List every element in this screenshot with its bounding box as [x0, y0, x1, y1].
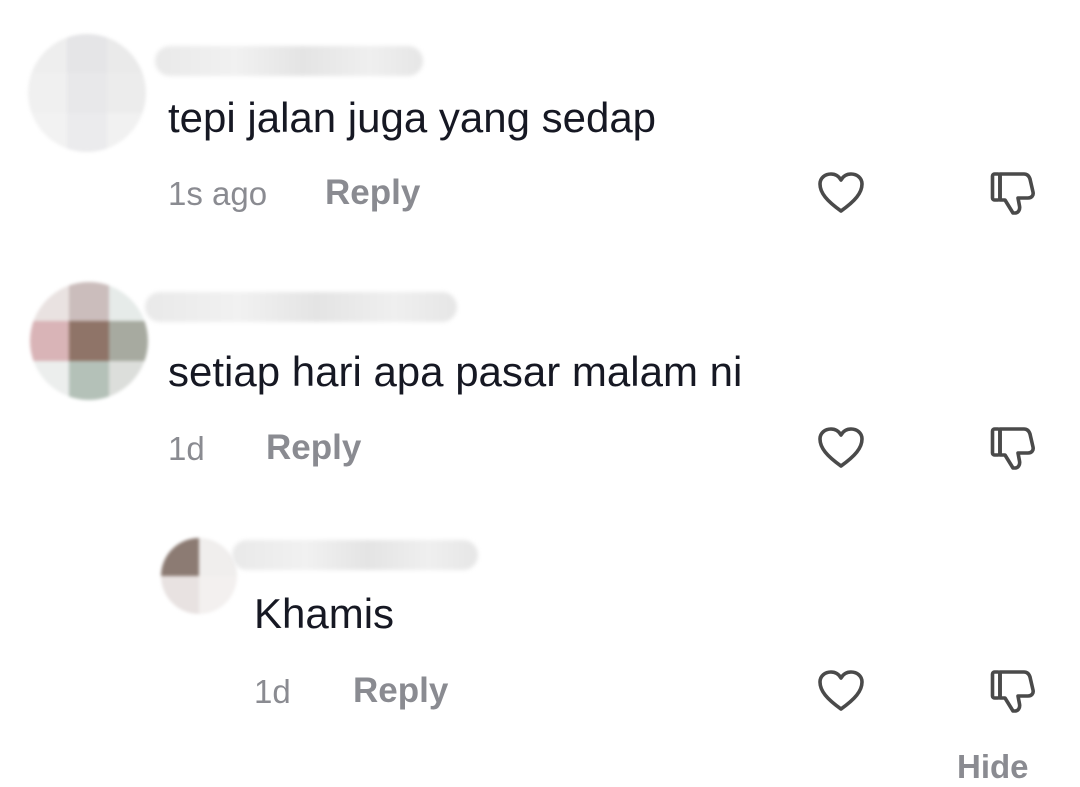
avatar-mosaic-cell: [69, 360, 109, 400]
thumbs-down-outline-icon: [990, 670, 1035, 713]
avatar-mosaic-cell: [106, 73, 146, 113]
avatar-mosaic-cell: [67, 112, 107, 152]
avatar-mosaic-cell: [108, 321, 148, 361]
username-redacted[interactable]: [155, 46, 423, 76]
avatar-mosaic-cell: [108, 360, 148, 400]
avatar-mosaic-cell: [106, 112, 146, 152]
username-redacted[interactable]: [145, 292, 457, 322]
avatar-mosaic-cell: [28, 112, 68, 152]
thumbs-down-outline-icon: [990, 427, 1035, 470]
dislike-button[interactable]: [988, 666, 1038, 716]
avatar-mosaic-cell: [161, 576, 199, 614]
avatar-mosaic-cell: [30, 321, 70, 361]
dislike-button[interactable]: [988, 168, 1038, 218]
avatar-mosaic-cell: [30, 360, 70, 400]
avatar-mosaic-cell: [28, 73, 68, 113]
comment-timestamp: 1d: [168, 430, 205, 467]
comment-text: Khamis: [254, 590, 395, 637]
avatar-mosaic-cell: [67, 73, 107, 113]
comment-timestamp: 1d: [254, 673, 291, 710]
like-button[interactable]: [816, 666, 866, 716]
heart-outline-icon: [818, 670, 864, 711]
hide-replies-button[interactable]: Hide: [957, 747, 1029, 787]
avatar-mosaic-cell: [161, 538, 199, 576]
avatar-mosaic-cell: [28, 34, 68, 74]
avatar-mosaic-cell: [69, 282, 109, 322]
dislike-button[interactable]: [988, 423, 1038, 473]
avatar[interactable]: [161, 538, 237, 614]
avatar-mosaic-cell: [108, 282, 148, 322]
like-button[interactable]: [816, 423, 866, 473]
like-button[interactable]: [816, 168, 866, 218]
comment-text: tepi jalan juga yang sedap: [168, 94, 657, 141]
heart-outline-icon: [818, 172, 864, 213]
comment-timestamp: 1s ago: [168, 175, 268, 212]
reply-button[interactable]: Reply: [353, 671, 448, 711]
heart-outline-icon: [818, 427, 864, 468]
comment-item: setiap hari apa pasar malam ni 1d Reply: [0, 260, 1080, 500]
reply-button[interactable]: Reply: [325, 173, 420, 213]
avatar[interactable]: [30, 282, 148, 400]
username-redacted[interactable]: [232, 540, 478, 570]
avatar-mosaic-cell: [67, 34, 107, 74]
avatar-mosaic-cell: [199, 576, 237, 614]
comment-item: tepi jalan juga yang sedap 1s ago Reply: [0, 0, 1080, 250]
reply-item: Khamis 1d Reply: [0, 520, 1080, 750]
thumbs-down-outline-icon: [990, 172, 1035, 215]
avatar[interactable]: [28, 34, 146, 152]
avatar-mosaic-cell: [30, 282, 70, 322]
avatar-mosaic-cell: [106, 34, 146, 74]
avatar-mosaic-cell: [69, 321, 109, 361]
comment-text: setiap hari apa pasar malam ni: [168, 348, 743, 395]
reply-button[interactable]: Reply: [266, 428, 361, 468]
